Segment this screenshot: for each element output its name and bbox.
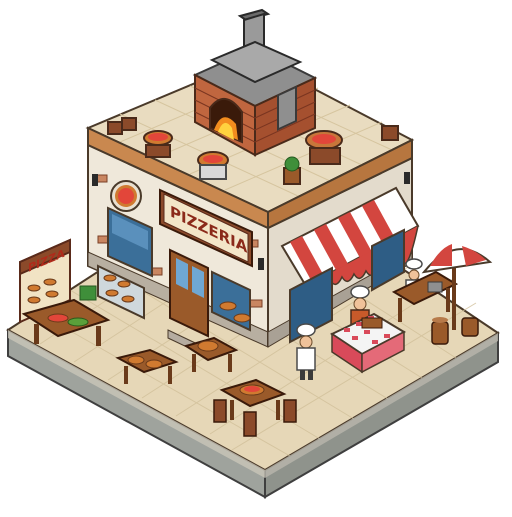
barrel-icon xyxy=(431,321,449,345)
barrel-icon xyxy=(121,117,137,131)
plate-stack-icon xyxy=(199,164,227,180)
pizza-icon xyxy=(145,359,163,369)
lamp-icon xyxy=(404,172,410,184)
chair-icon xyxy=(243,411,257,437)
barrel-icon xyxy=(381,125,399,141)
pizza-icon xyxy=(127,355,145,365)
pizzeria-scene: PIZZERIA PIZZA xyxy=(0,0,512,512)
pizza-emblem-icon xyxy=(110,180,142,212)
barrel-icon xyxy=(107,121,123,135)
barrel-icon xyxy=(461,317,479,337)
lamp-icon xyxy=(92,174,98,186)
roof-barrel-icon xyxy=(145,144,171,158)
lamp-icon xyxy=(258,258,264,270)
roof-table-icon xyxy=(309,147,341,165)
pizza-icon xyxy=(197,340,219,352)
plant-icon xyxy=(79,285,97,301)
isometric-pizzeria-illustration: PIZZERIA PIZZA xyxy=(0,0,512,512)
chair-icon xyxy=(213,399,227,423)
chair-icon xyxy=(283,399,297,423)
